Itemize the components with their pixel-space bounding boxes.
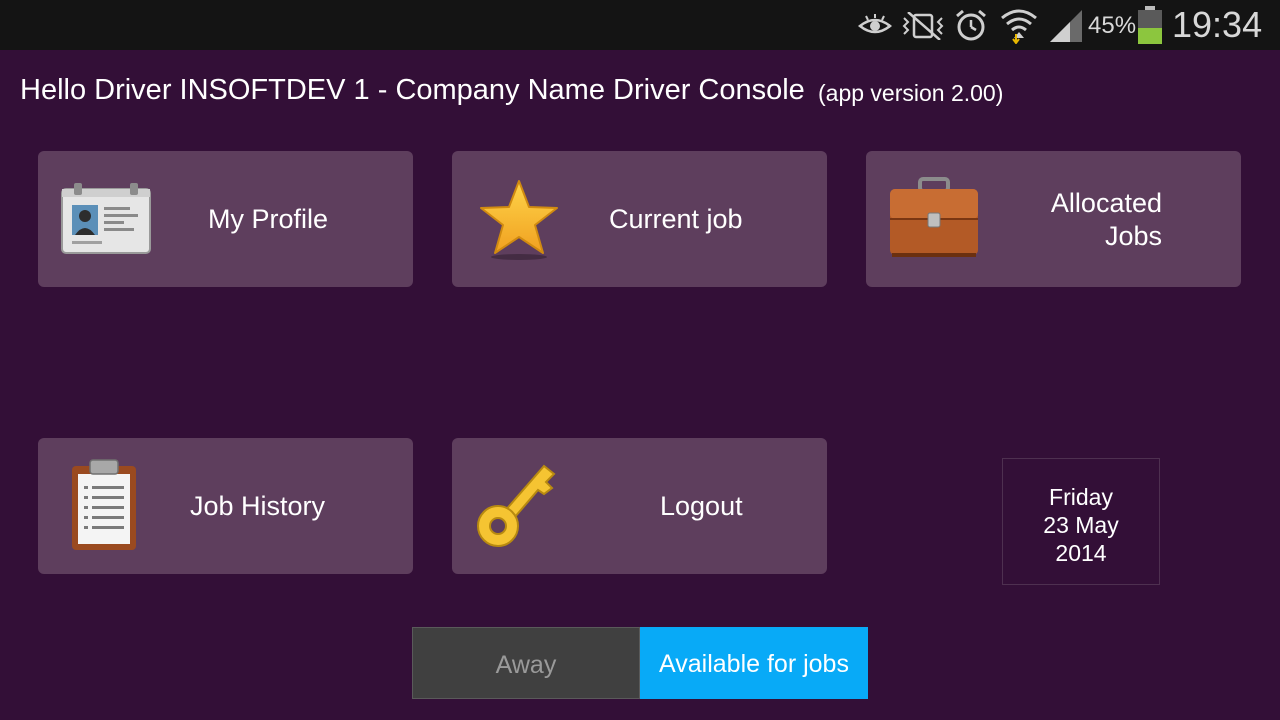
my-profile-button[interactable]: My Profile <box>38 151 413 287</box>
away-button[interactable]: Away <box>412 627 640 699</box>
briefcase-icon <box>890 177 978 257</box>
mute-icon <box>902 12 944 40</box>
date-day: Friday <box>1049 484 1113 510</box>
allocated-jobs-button[interactable]: Allocated Jobs <box>866 151 1241 287</box>
greeting-title: Hello Driver INSOFTDEV 1 - Company Name … <box>20 74 805 106</box>
eye-icon <box>858 14 892 34</box>
current-job-label: Current job <box>609 204 743 234</box>
available-for-jobs-button[interactable]: Available for jobs <box>640 627 868 699</box>
battery-icon <box>1138 6 1162 44</box>
availability-toggle: Away Available for jobs <box>412 627 868 699</box>
job-history-button[interactable]: Job History <box>38 438 413 574</box>
job-history-label: Job History <box>190 491 326 521</box>
alarm-icon <box>956 9 986 41</box>
my-profile-label: My Profile <box>208 204 329 234</box>
logout-button[interactable]: Logout <box>452 438 827 574</box>
current-job-button[interactable]: Current job <box>452 151 827 287</box>
battery-percent: 45% <box>1088 12 1137 39</box>
key-icon <box>477 464 556 547</box>
date-daymonth: 23 May <box>1043 512 1119 538</box>
status-bar: 45% 19:34 <box>0 0 1280 50</box>
date-year: 2014 <box>1055 540 1107 566</box>
allocated-jobs-label: Allocated Jobs <box>1044 187 1162 253</box>
clock: 19:34 <box>1172 4 1263 45</box>
logout-label: Logout <box>660 491 743 521</box>
star-icon <box>480 180 558 260</box>
allocated-jobs-label-line2: Jobs <box>1104 221 1162 251</box>
date-display: Friday 23 May 2014 <box>1002 458 1160 585</box>
signal-icon <box>1050 10 1082 42</box>
clipboard-icon <box>72 459 136 550</box>
id-card-icon <box>61 183 151 254</box>
app-version: (app version 2.00) <box>818 80 1004 106</box>
wifi-icon <box>1001 9 1037 44</box>
allocated-jobs-label-line1: Allocated <box>1050 188 1162 218</box>
